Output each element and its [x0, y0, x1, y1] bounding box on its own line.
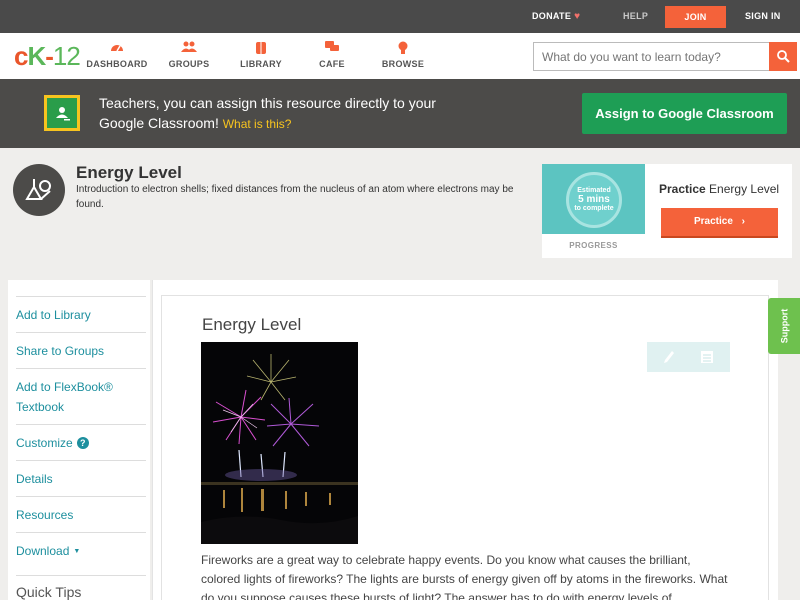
join-button[interactable]: JOIN: [665, 6, 726, 28]
nav-cafe-label[interactable]: CAFE: [297, 59, 367, 69]
search-input[interactable]: [533, 42, 769, 71]
practice-heading: Practice Energy Level: [659, 182, 780, 196]
search-button[interactable]: [769, 42, 797, 71]
concept-description: Introduction to electron shells; fixed d…: [76, 184, 514, 210]
sidebar-item-resources[interactable]: Resources: [16, 496, 146, 532]
sidebar-item-add-to-flexbook[interactable]: Add to FlexBook® Textbook: [16, 368, 146, 424]
estimate-line3: to complete: [574, 205, 614, 212]
support-label[interactable]: Support: [779, 309, 789, 344]
assign-google-classroom-button[interactable]: Assign to Google Classroom: [582, 93, 787, 134]
what-is-this-link[interactable]: What is this?: [223, 117, 292, 131]
donate-label[interactable]: DONATE: [532, 11, 571, 21]
notes-icon[interactable]: [697, 348, 717, 366]
heart-icon: ♥: [574, 11, 581, 22]
lesson-body-text: Fireworks are a great way to celebrate h…: [201, 553, 728, 600]
caret-down-icon: ▼: [73, 548, 81, 555]
concept-title: Energy Level: [76, 163, 182, 182]
sidebar-item-share-to-groups[interactable]: Share to Groups: [16, 332, 146, 368]
book-icon: [226, 41, 296, 57]
main-navbar: cK-12 DASHBOARD GROUPS LIBRARY CAFE BROW…: [0, 33, 800, 79]
nav-library-label[interactable]: LIBRARY: [226, 59, 296, 69]
ck12-logo[interactable]: cK-12: [14, 41, 81, 71]
sidebar-item-details[interactable]: Details: [16, 460, 146, 496]
pencil-icon[interactable]: [659, 348, 679, 366]
nav-cafe[interactable]: CAFE: [297, 41, 367, 69]
nav-browse-label[interactable]: BROWSE: [368, 59, 438, 69]
chevron-right-icon: ›: [741, 216, 746, 227]
action-sidebar: Add to Library Share to Groups Add to Fl…: [8, 280, 150, 600]
chemistry-flask-icon: [13, 164, 65, 216]
people-icon: [154, 41, 224, 57]
sidebar-item-add-to-library[interactable]: Add to Library: [16, 296, 146, 332]
progress-graphic: Estimated 5 mins to complete: [542, 164, 645, 234]
nav-library[interactable]: LIBRARY: [226, 41, 296, 69]
support-tab[interactable]: Support: [768, 298, 800, 354]
lesson-title: Energy Level: [202, 315, 302, 334]
fireworks-image: [201, 342, 358, 544]
help-link[interactable]: HELP: [623, 0, 648, 33]
gauge-icon: [82, 41, 152, 57]
google-classroom-icon: [44, 95, 80, 131]
nav-dashboard[interactable]: DASHBOARD: [82, 41, 152, 69]
top-utility-bar: DONATE ♥ HELP JOIN SIGN IN: [0, 0, 800, 33]
progress-label: PROGRESS: [569, 241, 618, 250]
donate-link[interactable]: DONATE ♥: [532, 0, 580, 33]
nav-dashboard-label[interactable]: DASHBOARD: [82, 59, 152, 69]
nav-groups-label[interactable]: GROUPS: [154, 59, 224, 69]
nav-groups[interactable]: GROUPS: [154, 41, 224, 69]
estimate-line2: 5 mins: [578, 194, 610, 205]
practice-button-label[interactable]: Practice: [694, 216, 733, 227]
search-icon: [776, 50, 790, 63]
sidebar-item-download[interactable]: Download ▼: [16, 532, 146, 568]
quick-tips-heading[interactable]: Quick Tips: [16, 575, 146, 600]
lightbulb-icon: [368, 41, 438, 57]
sidebar-item-customize[interactable]: Customize?: [16, 424, 146, 460]
lesson-tools: [647, 342, 730, 372]
chat-icon: [297, 41, 367, 57]
nav-browse[interactable]: BROWSE: [368, 41, 438, 69]
practice-card: Estimated 5 mins to complete PROGRESS Pr…: [542, 164, 792, 258]
banner-message: Teachers, you can assign this resource d…: [99, 93, 479, 134]
sign-in-link[interactable]: SIGN IN: [745, 0, 781, 33]
help-question-icon[interactable]: ?: [76, 437, 89, 449]
time-estimate-badge: Estimated 5 mins to complete: [566, 172, 622, 228]
practice-button[interactable]: Practice ›: [661, 208, 778, 238]
